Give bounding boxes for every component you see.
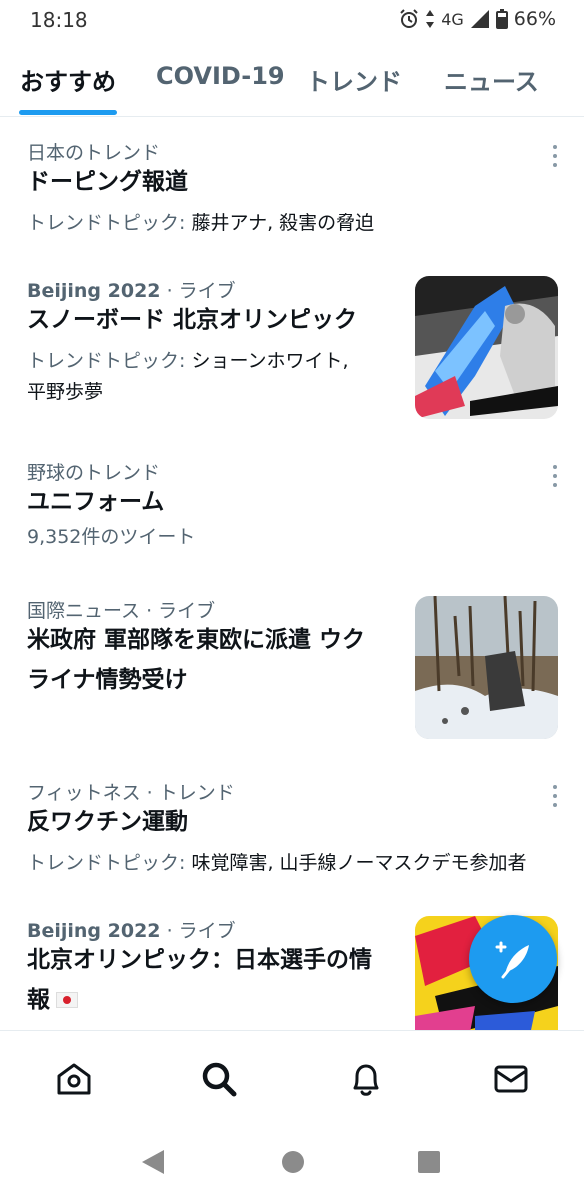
news-title-line-1: 米政府 軍部隊を東欧に派遣 ウク bbox=[27, 627, 366, 653]
home-icon bbox=[57, 1063, 91, 1095]
news-title-line-1: 北京オリンピック：日本選手の情 bbox=[27, 947, 372, 973]
trend-title: ユニフォーム bbox=[27, 489, 165, 515]
news-item-us-troops[interactable]: 国際ニュース · ライブ 米政府 軍部隊を東欧に派遣 ウク ライナ情勢受け bbox=[0, 588, 584, 748]
trend-title: スノーボード 北京オリンピック bbox=[27, 307, 358, 333]
compose-tweet-button[interactable] bbox=[469, 915, 557, 1003]
home-circle-icon bbox=[282, 1151, 304, 1173]
tab-news[interactable]: ニュース bbox=[444, 62, 539, 97]
japan-flag-icon bbox=[56, 992, 78, 1008]
trend-topics-value-2: 平野歩夢 bbox=[27, 381, 104, 403]
signal-icon bbox=[470, 10, 489, 28]
back-icon bbox=[142, 1150, 164, 1174]
trend-category: 野球のトレンド bbox=[27, 462, 161, 484]
news-title-line-2-wrap: 報 bbox=[27, 980, 372, 1020]
trend-topics-value: ショーンホワイト, bbox=[191, 350, 349, 372]
nav-notifications[interactable] bbox=[346, 1059, 386, 1099]
news-title: 北京オリンピック：日本選手の情 報 bbox=[27, 940, 372, 1020]
nav-search[interactable] bbox=[199, 1059, 239, 1099]
network-type: 4G bbox=[441, 9, 464, 29]
more-options-icon[interactable] bbox=[552, 465, 558, 489]
alarm-icon bbox=[400, 9, 418, 28]
data-arrows-icon bbox=[426, 10, 435, 28]
news-title: 米政府 軍部隊を東欧に派遣 ウク ライナ情勢受け bbox=[27, 620, 365, 700]
trend-item-snowboard[interactable]: Beijing 2022 · ライブ スノーボード 北京オリンピック トレンドト… bbox=[0, 268, 584, 433]
trend-item-antivax[interactable]: フィットネス · トレンド 反ワクチン運動 トレンドトピック: 味覚障害, 山手… bbox=[0, 770, 584, 890]
event-name: Beijing 2022 bbox=[27, 920, 161, 942]
battery-level: 66% bbox=[513, 8, 556, 30]
explore-tabs: おすすめ COVID-19 トレンド ニュース bbox=[0, 48, 584, 117]
trend-category: 日本のトレンド bbox=[27, 142, 161, 164]
messages-icon bbox=[494, 1065, 528, 1093]
search-icon bbox=[202, 1062, 237, 1097]
snowy-forest-thumbnail bbox=[415, 596, 558, 739]
status-bar: 18:18 4G 66% bbox=[0, 0, 584, 40]
trend-item-doping[interactable]: 日本のトレンド ドーピング報道 トレンドトピック: 藤井アナ, 殺害の脅迫 bbox=[0, 130, 584, 250]
bottom-navigation bbox=[0, 1030, 584, 1127]
trend-category: フィットネス · トレンド bbox=[27, 782, 235, 804]
trend-title: ドーピング報道 bbox=[27, 169, 188, 195]
trend-topics-value: 藤井アナ, 殺害の脅迫 bbox=[191, 212, 375, 234]
trend-topics-label: トレンドトピック: bbox=[27, 212, 192, 234]
trend-topics-value: 味覚障害, 山手線ノーマスクデモ参加者 bbox=[191, 852, 527, 874]
news-category: 国際ニュース · ライブ bbox=[27, 600, 216, 622]
tab-covid19[interactable]: COVID-19 bbox=[156, 62, 285, 90]
status-icons: 4G 66% bbox=[399, 8, 556, 30]
battery-icon bbox=[495, 9, 508, 29]
news-title-line-2: ライナ情勢受け bbox=[27, 667, 188, 693]
news-category: Beijing 2022 · ライブ bbox=[27, 916, 236, 943]
nav-home[interactable] bbox=[54, 1059, 94, 1099]
event-name: Beijing 2022 bbox=[27, 280, 161, 302]
trend-topics: トレンドトピック: 藤井アナ, 殺害の脅迫 bbox=[27, 208, 374, 239]
snowboard-thumbnail bbox=[415, 276, 558, 419]
trend-topics-label: トレンドトピック: bbox=[27, 852, 192, 874]
event-status: · ライブ bbox=[160, 920, 236, 942]
system-recents-button[interactable] bbox=[416, 1148, 442, 1180]
trend-title: 反ワクチン運動 bbox=[27, 809, 188, 835]
tab-recommended[interactable]: おすすめ bbox=[20, 62, 116, 97]
active-tab-indicator bbox=[19, 110, 117, 115]
trend-item-uniform[interactable]: 野球のトレンド ユニフォーム 9,352件のツイート bbox=[0, 450, 584, 560]
trend-topics-label: トレンドトピック: bbox=[27, 350, 192, 372]
news-title-line-2: 報 bbox=[27, 987, 50, 1013]
recents-icon bbox=[418, 1151, 440, 1173]
tab-trends[interactable]: トレンド bbox=[306, 62, 402, 97]
trend-category: Beijing 2022 · ライブ bbox=[27, 276, 236, 303]
nav-messages[interactable] bbox=[491, 1059, 531, 1099]
event-status: · ライブ bbox=[160, 280, 236, 302]
trend-topics: トレンドトピック: 味覚障害, 山手線ノーマスクデモ参加者 bbox=[27, 848, 527, 879]
system-back-button[interactable] bbox=[140, 1148, 166, 1180]
system-home-button[interactable] bbox=[280, 1148, 306, 1180]
trend-topics: トレンドトピック: ショーンホワイト, 平野歩夢 bbox=[27, 346, 349, 408]
notifications-icon bbox=[353, 1064, 379, 1096]
status-time: 18:18 bbox=[30, 8, 88, 32]
more-options-icon[interactable] bbox=[552, 145, 558, 169]
compose-tweet-icon bbox=[495, 941, 529, 979]
more-options-icon[interactable] bbox=[552, 785, 558, 809]
tweet-count: 9,352件のツイート bbox=[27, 526, 196, 548]
system-navigation bbox=[0, 1126, 584, 1200]
